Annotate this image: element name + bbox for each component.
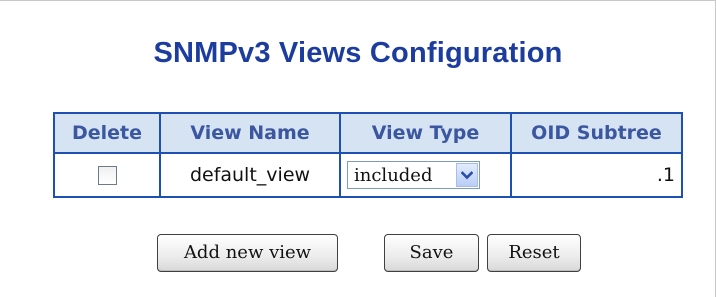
view-name-cell: default_view [159,152,341,198]
reset-button[interactable]: Reset [487,234,581,272]
views-table: Delete View Name View Type OID Subtree d… [53,112,683,198]
header-oid-subtree: OID Subtree [510,112,683,154]
header-view-name: View Name [159,112,341,154]
delete-cell [53,152,161,198]
save-button[interactable]: Save [384,234,479,272]
delete-checkbox[interactable] [97,166,117,185]
header-delete: Delete [53,112,161,154]
view-type-select-value: included [354,164,433,186]
add-new-view-button[interactable]: Add new view [157,234,338,272]
page-title: SNMPv3 Views Configuration [153,37,563,69]
view-type-select[interactable]: included [347,161,480,189]
oid-subtree-cell: .1 [510,152,683,198]
chevron-down-icon[interactable] [456,163,478,187]
table-header-row: Delete View Name View Type OID Subtree [53,112,683,154]
header-view-type: View Type [339,112,512,154]
view-type-cell: included [339,152,512,198]
table-row: default_view included .1 [53,152,683,198]
snmpv3-views-page: SNMPv3 Views Configuration Delete View N… [0,0,716,297]
